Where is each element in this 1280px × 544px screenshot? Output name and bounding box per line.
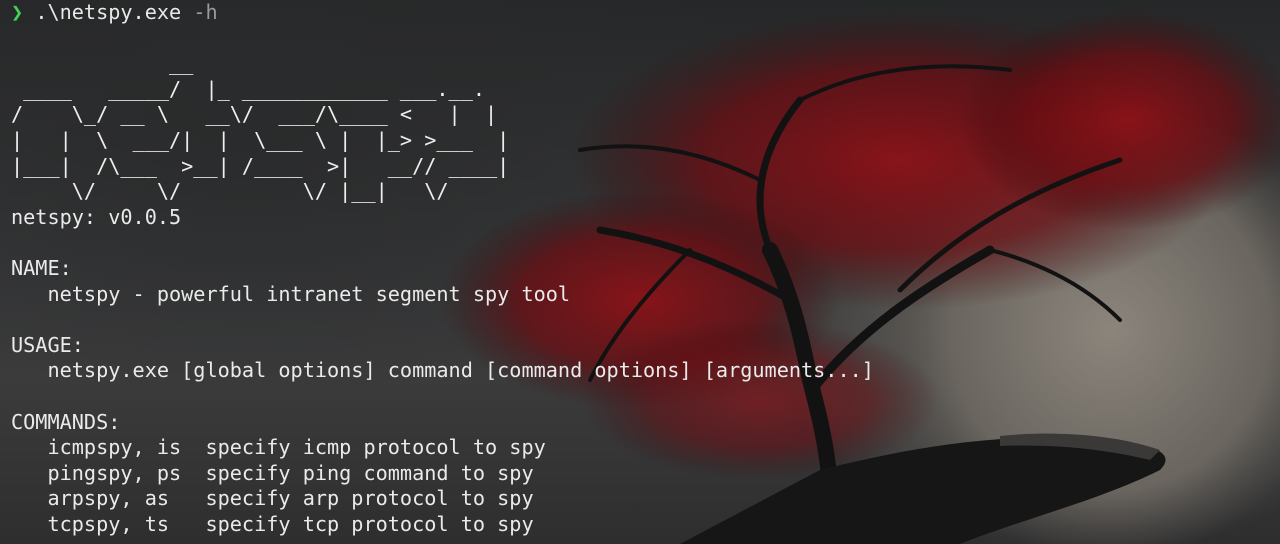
command-item: pingspy, ps specify ping command to spy	[11, 460, 534, 485]
commands-header: COMMANDS:	[11, 409, 121, 434]
prompt-line: ❯ .\netspy.exe -h	[11, 0, 874, 26]
ascii-banner-line: / \_/ __ \ __\/ ___/\____ < | |	[11, 102, 498, 127]
version-line: netspy: v0.0.5	[11, 204, 182, 229]
command-item: tcpspy, ts specify tcp protocol to spy	[11, 511, 534, 536]
terminal-output: ❯ .\netspy.exe -h __ ____ _____/ |_ ____…	[11, 0, 874, 537]
name-description: netspy - powerful intranet segment spy t…	[11, 281, 571, 306]
ascii-banner-line: | | \ ___/| | \___ \ | |_> >___ |	[11, 127, 510, 152]
command-item: icmpspy, is specify icmp protocol to spy	[11, 435, 546, 460]
ascii-banner-line: __	[11, 51, 194, 76]
name-header: NAME:	[11, 255, 72, 280]
command-flag: -h	[193, 0, 218, 24]
ascii-banner-line	[11, 26, 874, 52]
terminal-window[interactable]: ❯ .\netspy.exe -h __ ____ _____/ |_ ____…	[0, 0, 1280, 544]
ascii-banner-line: \/ \/ \/ |__| \/	[11, 179, 449, 204]
chevron-right-icon: ❯	[11, 0, 24, 24]
command-item: arpspy, as specify arp protocol to spy	[11, 486, 534, 511]
command-text: .\netspy.exe	[35, 0, 182, 24]
ascii-banner-line: |___| /\___ >__| /____ >| __// ____|	[11, 153, 510, 178]
ascii-banner-line: ____ _____/ |_ ____________ ___.__.	[11, 76, 486, 101]
usage-text: netspy.exe [global options] command [com…	[11, 358, 874, 383]
usage-header: USAGE:	[11, 332, 84, 357]
